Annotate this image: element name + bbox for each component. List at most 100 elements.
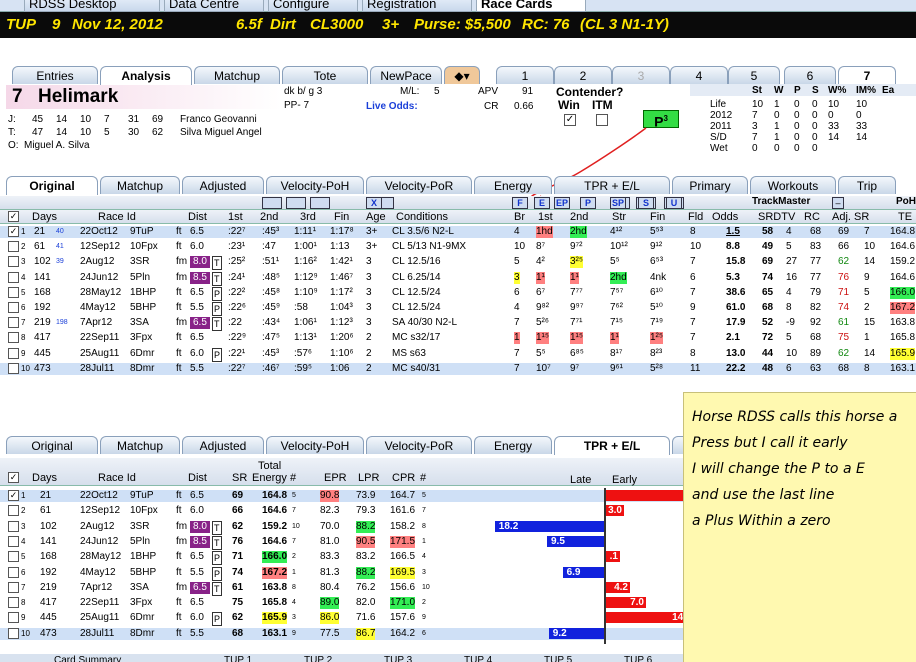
pp-cell-p2: 1¹ bbox=[570, 271, 579, 284]
tab-newpace[interactable]: NewPace bbox=[370, 66, 442, 84]
sticky-note[interactable]: Horse RDSS calls this horse a Press but I… bbox=[683, 392, 916, 662]
win-checkbox[interactable]: ✓ bbox=[564, 114, 576, 126]
pace-button-u[interactable]: U bbox=[666, 197, 682, 209]
row-checkbox[interactable] bbox=[8, 535, 19, 547]
tab-original[interactable]: Original bbox=[6, 436, 98, 454]
row-checkbox[interactable] bbox=[8, 271, 19, 283]
row-checkbox[interactable] bbox=[8, 362, 19, 374]
row-checkbox[interactable] bbox=[8, 597, 19, 609]
table-row[interactable]: 5 168 28May12 1BHP ft 6.5:22²:45⁸ 1:10⁹ 1:17² 3 C… bbox=[0, 286, 916, 301]
tab-energy[interactable]: Energy bbox=[474, 176, 552, 194]
row-checkbox[interactable] bbox=[8, 241, 19, 253]
row-checkbox[interactable] bbox=[8, 627, 19, 639]
tab-primary[interactable]: Primary bbox=[672, 176, 748, 194]
tab-horse-1[interactable]: 1 bbox=[496, 66, 554, 84]
tab-horse-4[interactable]: 4 bbox=[670, 66, 728, 84]
tab-entries[interactable]: Entries bbox=[12, 66, 98, 84]
itm-checkbox[interactable] bbox=[596, 114, 608, 126]
tab-analysis[interactable]: Analysis bbox=[100, 66, 192, 85]
row-checkbox[interactable] bbox=[8, 347, 19, 359]
tab-registration[interactable]: Registration bbox=[362, 0, 472, 12]
pp-cell-age: 3 bbox=[366, 256, 372, 268]
tab-velocity-por[interactable]: Velocity-PoR bbox=[366, 436, 472, 454]
table-row[interactable]: 9 445 25Aug11 6Dmr ft 6.0:22¹:45³:57⁶ 1:10⁶ 2 MS… bbox=[0, 347, 916, 362]
tab-tote[interactable]: Tote bbox=[282, 66, 368, 84]
tpr-col-energy: Energy bbox=[252, 472, 287, 484]
tab-workouts[interactable]: Workouts bbox=[750, 176, 836, 194]
pace-button-e[interactable]: E bbox=[534, 197, 550, 209]
select-all-checkbox[interactable]: ✓ bbox=[8, 472, 19, 483]
tab-race-cards[interactable]: Race Cards bbox=[476, 0, 586, 12]
table-row[interactable]: 3 102 39 2Aug12 3SR fm 8.0:25²:51¹ 1:16² 1:42¹ 3 C… bbox=[0, 256, 916, 271]
tab-horse-5[interactable]: 5 bbox=[728, 66, 780, 84]
row-checkbox[interactable]: ✓ bbox=[8, 226, 19, 237]
pace-button-x[interactable]: X bbox=[366, 197, 382, 209]
tab-velocity-por[interactable]: Velocity-PoR bbox=[366, 176, 472, 194]
tab-horse-2[interactable]: 2 bbox=[554, 66, 612, 84]
pp-cell-cond: MS s63 bbox=[392, 347, 426, 359]
tpr-cell-cpr: 164.7 bbox=[390, 490, 416, 501]
pace-filter-button[interactable] bbox=[310, 197, 330, 209]
pace-button-ep[interactable]: EP bbox=[554, 197, 570, 209]
newpace-dropdown[interactable]: ◆▾ bbox=[444, 66, 480, 84]
table-row[interactable]: 8 417 22Sep11 3Fpx ft 6.5:22⁹:47⁵ 1:13¹ 1:20⁶ 2 M… bbox=[0, 332, 916, 345]
tab-adjusted[interactable]: Adjusted bbox=[182, 176, 264, 194]
row-checkbox[interactable] bbox=[8, 332, 19, 344]
tab-velocity-poh[interactable]: Velocity-PoH bbox=[266, 176, 364, 194]
pace-filter-button[interactable] bbox=[262, 197, 282, 209]
row-checkbox[interactable] bbox=[8, 581, 19, 593]
row-checkbox[interactable] bbox=[8, 256, 19, 268]
pace-button-sp[interactable]: SP bbox=[610, 197, 626, 209]
tab-horse-3[interactable]: 3 bbox=[612, 66, 670, 84]
tab-energy[interactable]: Energy bbox=[474, 436, 552, 454]
pace-button-s[interactable]: S bbox=[638, 197, 654, 209]
tab-matchup[interactable]: Matchup bbox=[100, 436, 180, 454]
bottom-tab[interactable]: TUP 4 bbox=[464, 655, 492, 662]
bottom-tab[interactable]: TUP 5 bbox=[544, 655, 572, 662]
table-row[interactable]: 2 61 41 12Sep12 10Fpx ft 6.0:23¹:47 1:00¹ 1:13 3+… bbox=[0, 241, 916, 253]
bottom-tab[interactable]: TUP 6 bbox=[624, 655, 652, 662]
row-checkbox[interactable] bbox=[8, 317, 19, 329]
pace-button-f[interactable]: F bbox=[512, 197, 528, 209]
tab-horse-6[interactable]: 6 bbox=[784, 66, 836, 84]
trackmaster-collapse-button[interactable]: – bbox=[832, 197, 844, 209]
tab-matchup[interactable]: Matchup bbox=[100, 176, 180, 194]
tab-rdss-desktop[interactable]: RDSS Desktop bbox=[24, 0, 160, 12]
bottom-tab[interactable]: TUP 2 bbox=[304, 655, 332, 662]
row-checkbox[interactable] bbox=[8, 566, 19, 578]
table-row[interactable]: 10 473 28Jul11 8Dmr ft 5.5:22⁷:46⁷:59⁵ 1:06 2 MC… bbox=[0, 362, 916, 375]
pace-filter-button[interactable] bbox=[286, 197, 306, 209]
tab-tpr-e-l[interactable]: TPR + E/L bbox=[554, 176, 670, 194]
row-checkbox[interactable] bbox=[8, 505, 19, 517]
table-row[interactable]: 6 192 4May12 5BHP ft 5.5:22⁶:45⁹:58 1:04³ 3 CL 1… bbox=[0, 302, 916, 316]
table-row[interactable]: 4 141 24Jun12 5Pln fm 8.5:24¹:48⁵ 1:12⁹ 1:46⁷ 3 C… bbox=[0, 271, 916, 286]
bottom-tab[interactable]: TUP 3 bbox=[384, 655, 412, 662]
pp-cell-dt: 10 bbox=[786, 347, 798, 359]
tab-original[interactable]: Original bbox=[6, 176, 98, 195]
row-checkbox[interactable] bbox=[8, 286, 19, 298]
pace-style-badge[interactable]: P3 bbox=[643, 110, 679, 130]
pp-col-s2: 2nd bbox=[570, 211, 589, 223]
pp-cell-od: 17.9 bbox=[726, 317, 746, 329]
tab-matchup[interactable]: Matchup bbox=[194, 66, 280, 84]
tab-adjusted[interactable]: Adjusted bbox=[182, 436, 264, 454]
tab-horse-7[interactable]: 7 bbox=[838, 66, 896, 85]
tab-velocity-poh[interactable]: Velocity-PoH bbox=[266, 436, 364, 454]
table-row[interactable]: 7 219 198 7Apr12 3SA fm 6.5:22:43⁴ 1:06¹ 1:12³ 3 S… bbox=[0, 317, 916, 332]
pace-button-p[interactable]: P bbox=[580, 197, 596, 209]
row-checkbox[interactable] bbox=[8, 612, 19, 624]
tab-trip[interactable]: Trip bbox=[838, 176, 896, 194]
row-checkbox[interactable]: ✓ bbox=[8, 490, 19, 501]
bottom-tab[interactable]: TUP 1 bbox=[224, 655, 252, 662]
select-all-checkbox[interactable]: ✓ bbox=[8, 211, 19, 222]
tab-tpr-e-l[interactable]: TPR + E/L bbox=[554, 436, 670, 455]
row-checkbox[interactable] bbox=[8, 551, 19, 563]
tab-configure[interactable]: Configure bbox=[268, 0, 358, 12]
table-row[interactable]: ✓ 1 21 40 22Oct12 9TuP ft 6.5:22⁷:45³ 1:11¹ 1:17⁸… bbox=[0, 226, 916, 238]
bottom-tab[interactable]: Card Summary bbox=[54, 655, 121, 662]
row-checkbox[interactable] bbox=[8, 520, 19, 532]
tab-data-centre[interactable]: Data Centre bbox=[164, 0, 264, 12]
row-checkbox[interactable] bbox=[8, 302, 19, 313]
note-line: Press but I call it early bbox=[692, 435, 848, 451]
record-value: 33 bbox=[828, 121, 840, 132]
